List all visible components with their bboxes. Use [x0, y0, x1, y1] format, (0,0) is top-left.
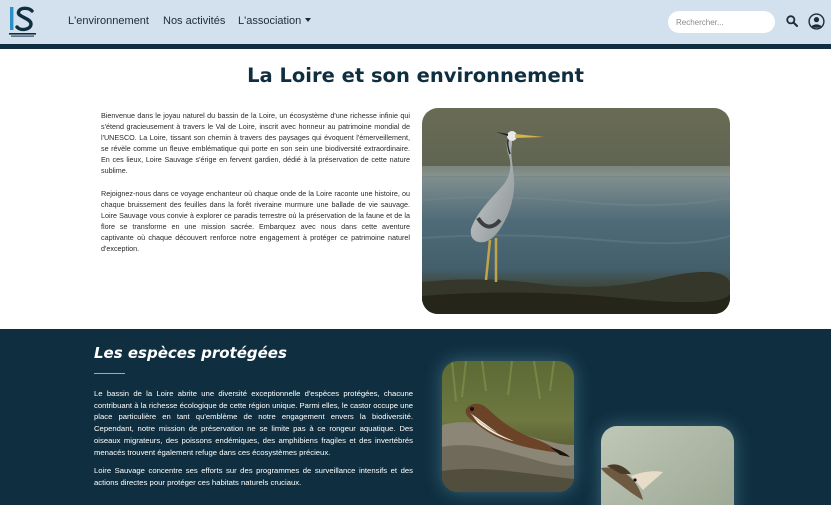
heron-photo: [422, 108, 730, 314]
bird-photo: [601, 426, 734, 505]
weasel-photo: [442, 361, 574, 492]
search-icon[interactable]: [785, 14, 799, 28]
intro-text: Bienvenue dans le joyau naturel du bassi…: [101, 110, 410, 254]
intro-paragraph: Rejoignez-nous dans ce voyage enchanteur…: [101, 188, 410, 254]
intro-paragraph: Bienvenue dans le joyau naturel du bassi…: [101, 111, 410, 176]
species-paragraph: Le bassin de la Loire abrite une diversi…: [94, 389, 413, 457]
species-paragraph: Loire Sauvage concentre ses efforts sur …: [94, 466, 413, 487]
nav-link-association-label: L'association: [238, 15, 302, 27]
species-title: Les espèces protégées: [94, 344, 287, 362]
nav-link-environnement[interactable]: L'environnement: [68, 15, 149, 27]
title-underline: [94, 373, 125, 374]
search-input[interactable]: [668, 11, 775, 33]
species-section: Les espèces protégées Le bassin de la Lo…: [0, 329, 831, 505]
caret-down-icon: [305, 18, 312, 22]
loire-sauvage-logo-icon[interactable]: [8, 6, 37, 38]
navbar-border: [0, 44, 831, 49]
nav-link-association[interactable]: L'association: [238, 15, 312, 27]
navbar: L'environnement Nos activités L'associat…: [0, 0, 831, 44]
user-icon[interactable]: [808, 13, 825, 30]
page-title: La Loire et son environnement: [247, 64, 584, 87]
nav-link-activites[interactable]: Nos activités: [163, 15, 225, 27]
species-text: Le bassin de la Loire abrite une diversi…: [94, 388, 413, 489]
